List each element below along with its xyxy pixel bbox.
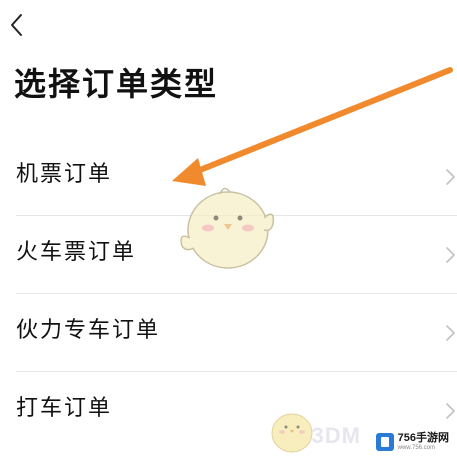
chevron-right-icon [445,168,457,186]
chevron-right-icon [445,324,457,342]
page-title: 选择订单类型 [14,65,219,103]
watermark: 756手游网 www.756.com [371,431,453,453]
order-type-private-car[interactable]: 伙力专车订单 [0,294,457,372]
back-button[interactable] [6,10,30,40]
watermark-name: 756手游网 [397,432,449,444]
order-type-train[interactable]: 火车票订单 [0,216,457,294]
order-type-label: 打车订单 [16,396,113,421]
order-type-label: 机票订单 [16,162,113,187]
watermark-url: www.756.com [397,445,435,451]
order-type-label: 伙力专车订单 [16,318,161,343]
order-type-label: 火车票订单 [16,240,137,265]
chevron-left-icon [11,14,22,36]
watermark-logo-icon [375,433,394,451]
order-type-list: 机票订单 火车票订单 伙力专车订单 打车订单 [0,138,457,450]
order-type-flight[interactable]: 机票订单 [0,138,457,216]
chevron-right-icon [445,402,457,420]
watermark-3dm-text: 3DM [311,423,361,448]
chevron-right-icon [445,246,457,264]
